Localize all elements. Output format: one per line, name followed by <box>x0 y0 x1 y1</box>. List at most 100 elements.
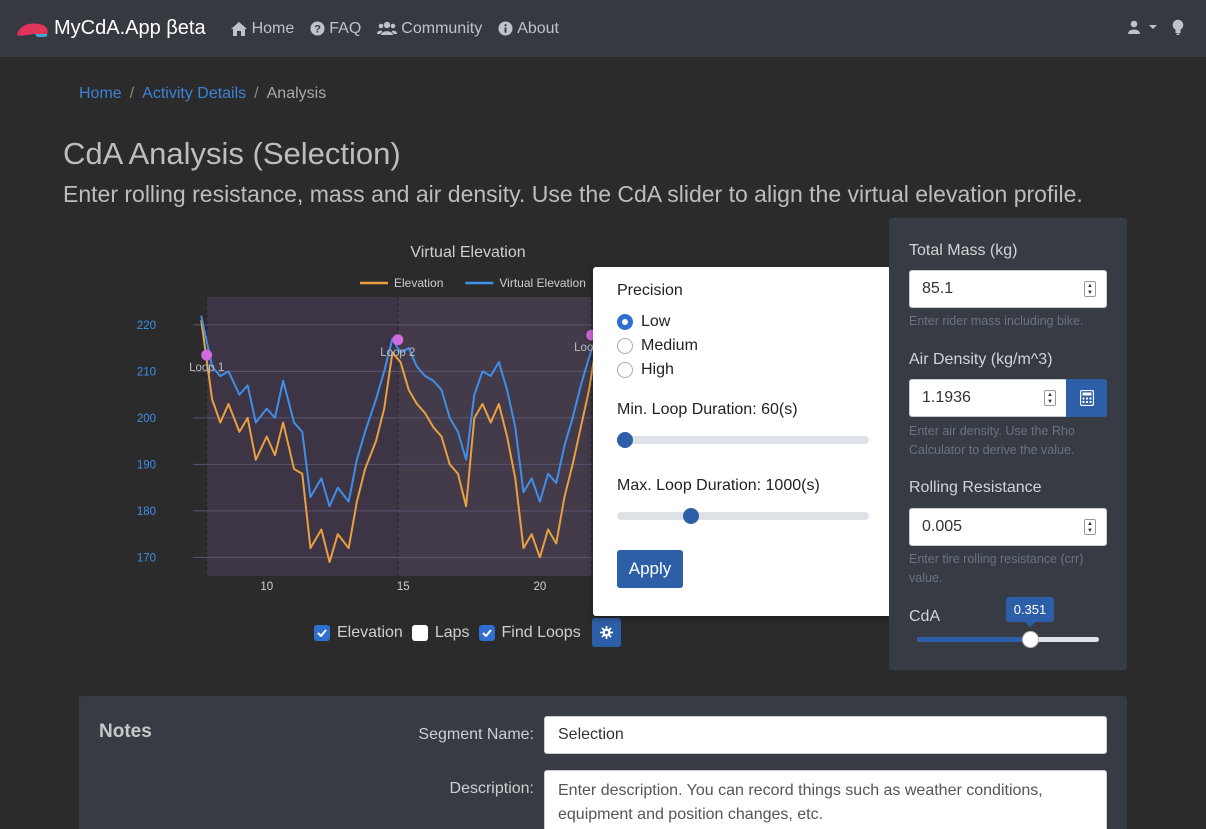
cda-slider-thumb[interactable] <box>1021 631 1039 648</box>
chart-title: Virtual Elevation <box>410 244 525 261</box>
loop-region <box>397 297 592 576</box>
brand-name: MyCdA.App βeta <box>54 17 206 39</box>
theme-toggle[interactable] <box>1172 19 1184 35</box>
max-loop-duration-label: Max. Loop Duration: 1000(s) <box>617 477 820 494</box>
air-density-help: Enter air density. Use the Rho Calculato… <box>909 424 1075 457</box>
breadcrumb: Home / Activity Details / Analysis <box>79 85 326 103</box>
cda-label: CdA <box>909 608 941 625</box>
loop-settings-popover: Precision Low Medium High Min. Loop Dura… <box>593 267 893 616</box>
precision-option-low[interactable]: Low <box>617 313 670 331</box>
check-icon <box>481 628 492 637</box>
legend-label: Elevation <box>394 276 443 290</box>
svg-text:?: ? <box>314 24 321 36</box>
nav-home-label: Home <box>251 19 295 37</box>
x-tick-label: 20 <box>533 581 546 593</box>
brand[interactable]: MyCdA.App βeta <box>15 17 206 40</box>
chart-svg: 170 180 190 200 210 220 10 15 20 Virtual Elevatio… <box>137 244 631 593</box>
loop-label: Loop 1 <box>189 362 224 374</box>
rolling-resistance-input[interactable]: 0.005 ▲ ▼ <box>909 508 1107 546</box>
loop-marker <box>201 349 213 361</box>
breadcrumb-home[interactable]: Home <box>79 85 122 103</box>
breadcrumb-current: Analysis <box>266 85 327 102</box>
navbar: MyCdA.App βeta Home ? FAQ Community Abou… <box>0 0 1206 57</box>
breadcrumb-activity-details[interactable]: Activity Details <box>142 85 246 103</box>
find-loops-toggle[interactable]: Find Loops <box>478 623 581 642</box>
precision-option-medium[interactable]: Medium <box>617 337 698 355</box>
laps-checkbox[interactable] <box>411 624 428 641</box>
parameters-panel: Total Mass (kg) 85.1 ▲ ▼ Enter rider mass… <box>889 218 1127 670</box>
nav-community[interactable]: Community <box>377 20 482 38</box>
radio-low-label: Low <box>641 313 671 330</box>
spinner-icon[interactable]: ▲ ▼ <box>1084 519 1096 535</box>
description-textarea[interactable]: Enter description. You can record things… <box>544 770 1107 829</box>
radio-medium-label: Medium <box>641 337 698 354</box>
laps-label: Laps <box>434 623 470 641</box>
legend-label: Virtual Elevation <box>499 276 586 290</box>
nav-community-label: Community <box>401 19 483 37</box>
chart-controls: Elevation Laps Find Loops <box>314 618 621 647</box>
loop-marker <box>392 334 404 346</box>
elevation-label: Elevation <box>337 623 403 641</box>
rolling-resistance-label: Rolling Resistance <box>909 479 1042 496</box>
page-title: CdA Analysis (Selection) <box>63 136 401 171</box>
segment-name-label: Segment Name: <box>418 726 534 743</box>
elevation-toggle[interactable]: Elevation <box>314 624 403 642</box>
users-icon <box>377 21 398 35</box>
spinner-icon[interactable]: ▲ ▼ <box>1084 281 1096 297</box>
total-mass-input[interactable]: 85.1 ▲ ▼ <box>909 270 1107 308</box>
y-tick-label: 210 <box>137 366 156 378</box>
cda-slider-fill <box>917 637 1030 642</box>
cda-slider[interactable] <box>917 631 1099 648</box>
notes-title: Notes <box>99 721 152 742</box>
breadcrumb-separator: / <box>129 85 135 102</box>
segment-name-input[interactable]: Selection <box>544 716 1107 754</box>
precision-label: Precision <box>617 282 683 299</box>
rolling-resistance-help: Enter tire rolling resistance (crr) valu… <box>909 552 1084 585</box>
max-loop-duration-slider[interactable] <box>617 508 869 524</box>
apply-button[interactable]: Apply <box>617 550 683 588</box>
virtual-elevation-chart[interactable]: 170 180 190 200 210 220 10 15 20 Virtual Elevatio… <box>90 232 631 602</box>
y-tick-label: 220 <box>137 320 156 332</box>
calculator-icon <box>1079 390 1094 406</box>
nav-faq-label: FAQ <box>329 19 362 37</box>
loop-label: Loop 2 <box>380 347 415 359</box>
notes-section: Notes Segment Name: Selection Descriptio… <box>79 696 1127 829</box>
caret-down-icon <box>1149 25 1157 29</box>
air-density-value: 1.1936 <box>922 389 971 406</box>
nav-faq[interactable]: ? FAQ <box>310 20 361 38</box>
nav-home[interactable]: Home <box>230 19 295 38</box>
y-tick-label: 190 <box>137 459 156 471</box>
min-loop-duration-slider[interactable] <box>617 432 869 448</box>
precision-option-high[interactable]: High <box>617 361 674 379</box>
x-tick-label: 15 <box>397 581 410 593</box>
max-loop-slider-thumb[interactable] <box>683 508 700 524</box>
page-subtitle: Enter rolling resistance, mass and air d… <box>63 181 1083 207</box>
total-mass-value: 85.1 <box>922 280 954 297</box>
user-menu[interactable] <box>1128 20 1158 34</box>
total-mass-help: Enter rider mass including bike. <box>909 314 1084 328</box>
min-loop-duration-label: Min. Loop Duration: 60(s) <box>617 401 798 418</box>
question-circle-icon: ? <box>310 21 325 36</box>
radio-low[interactable] <box>617 314 633 330</box>
lightbulb-icon <box>1172 19 1184 35</box>
gear-icon <box>599 626 613 639</box>
radio-high[interactable] <box>617 362 633 378</box>
total-mass-label: Total Mass (kg) <box>909 242 1018 259</box>
air-density-input[interactable]: 1.1936 ▲ ▼ <box>909 379 1067 417</box>
info-circle-icon <box>498 21 513 36</box>
loop-settings-button[interactable] <box>591 618 621 647</box>
y-tick-label: 200 <box>137 413 156 425</box>
elevation-checkbox[interactable] <box>314 624 330 641</box>
laps-toggle[interactable]: Laps <box>411 623 470 642</box>
spinner-icon[interactable]: ▲ ▼ <box>1044 390 1056 406</box>
nav-about[interactable]: About <box>498 20 559 38</box>
cda-value-tooltip: 0.351 <box>1006 597 1054 627</box>
bike-helmet-logo-icon <box>17 22 48 37</box>
radio-medium[interactable] <box>617 338 633 354</box>
rho-calculator-button[interactable] <box>1066 379 1107 417</box>
min-loop-slider-thumb[interactable] <box>617 432 633 448</box>
find-loops-checkbox[interactable] <box>478 624 495 641</box>
find-loops-label: Find Loops <box>501 623 581 641</box>
x-tick-label: 10 <box>260 581 273 593</box>
y-tick-label: 180 <box>137 506 156 518</box>
